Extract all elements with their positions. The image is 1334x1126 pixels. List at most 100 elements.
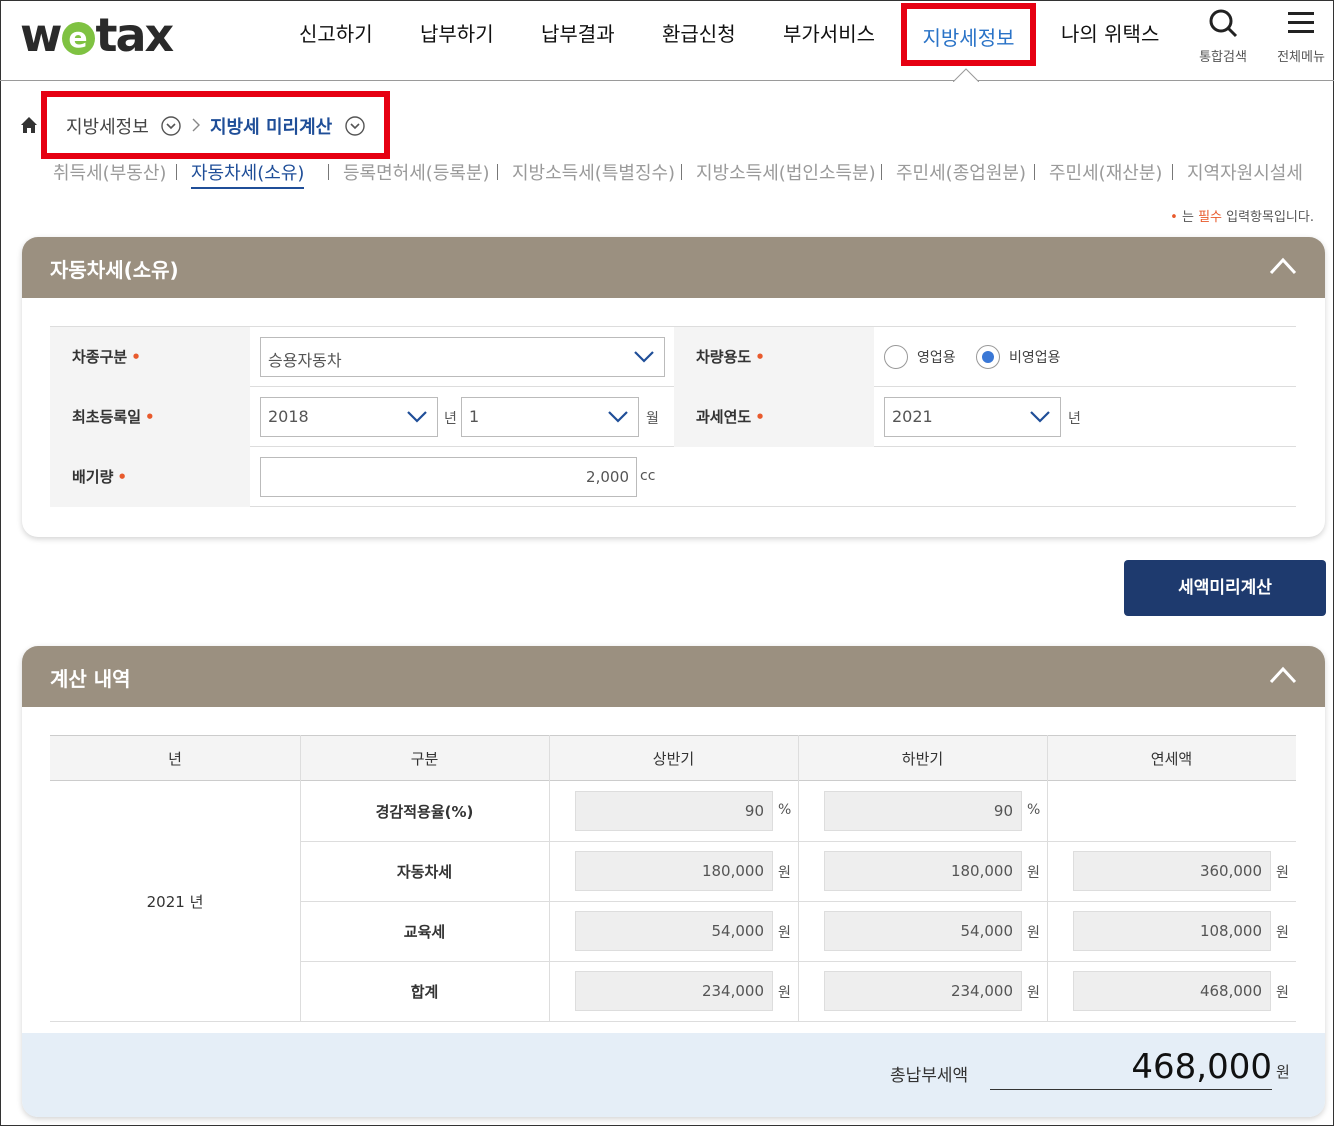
col-second-half: 하반기 <box>901 750 944 768</box>
breadcrumb-level2[interactable]: 지방세 미리계산 <box>210 113 332 139</box>
nav-local-tax-info-label: 지방세정보 <box>922 26 1015 50</box>
registration-date-header: 최초등록일 • <box>50 387 250 447</box>
row-label-reduction-rate: 경감적용율(%) <box>375 803 474 821</box>
tab-divider <box>328 164 329 180</box>
result-panel-title: 계산 내역 <box>50 667 131 691</box>
divider <box>50 1021 1296 1022</box>
nav-extra-services[interactable]: 부가서비스 <box>783 18 875 47</box>
usage-noncommercial-radio[interactable] <box>976 345 1000 369</box>
usage-header: 차량용도 • <box>674 327 874 387</box>
tab-divider <box>176 164 177 180</box>
calculation-result-panel: 계산 내역 년 구분 상반기 하반기 연세액 2021 년 경감적용율(%) 9… <box>22 646 1325 1117</box>
tax-year-header: 과세연도 • <box>674 387 874 447</box>
tab-regional-resource[interactable]: 지역자원시설세 <box>1187 159 1303 185</box>
won-unit: 원 <box>1276 865 1289 881</box>
calculate-tax-button[interactable]: 세액미리계산 <box>1124 560 1326 616</box>
chevron-up-icon[interactable] <box>1269 257 1297 275</box>
total-payment-value: 468,000 <box>990 1047 1272 1090</box>
divider <box>300 841 1296 842</box>
usage-noncommercial-label: 비영업용 <box>1009 350 1061 366</box>
percent-unit: % <box>778 802 792 818</box>
required-note: • 는 필수 입력항목입니다. <box>1170 210 1314 225</box>
tab-vehicle-tax[interactable]: 자동차세(소유) <box>191 159 305 189</box>
search-icon <box>1209 9 1238 38</box>
active-caret-icon <box>953 68 979 82</box>
displacement-input[interactable]: 2,000 <box>260 457 637 497</box>
reduction-rate-second: 90 <box>824 791 1022 831</box>
tab-acquisition-tax[interactable]: 취득세(부동산) <box>53 159 166 185</box>
chevron-right-icon <box>192 118 200 132</box>
form-panel-title: 자동차세(소유) <box>50 258 179 282</box>
tab-resident-property[interactable]: 주민세(재산분) <box>1049 159 1162 185</box>
total-first: 234,000 <box>575 971 773 1011</box>
divider <box>549 735 550 1021</box>
nav-refund[interactable]: 환급신청 <box>662 18 736 47</box>
vehicle-tax-form-panel: 자동차세(소유) 차종구분 • 승용자동차 차량용도 • 영업용 비영업용 최초등록… <box>22 237 1325 537</box>
nav-report[interactable]: 신고하기 <box>299 18 373 47</box>
chevron-down-circle-icon[interactable] <box>345 116 365 136</box>
car-type-select[interactable]: 승용자동차 <box>260 337 665 377</box>
form-row: 차종구분 • 승용자동차 차량용도 • 영업용 비영업용 <box>50 327 1296 387</box>
tax-year-unit: 년 <box>1068 411 1081 427</box>
col-year: 년 <box>168 750 182 768</box>
vehicle-tax-first: 180,000 <box>575 851 773 891</box>
usage-commercial-label: 영업용 <box>917 350 956 366</box>
all-menu-button[interactable]: 전체메뉴 <box>1274 8 1328 65</box>
home-icon[interactable] <box>20 116 38 134</box>
reduction-rate-first: 90 <box>575 791 773 831</box>
chevron-down-circle-icon[interactable] <box>161 116 181 136</box>
search-label: 통합검색 <box>1199 50 1247 65</box>
percent-unit: % <box>1027 802 1041 818</box>
breadcrumb-level1[interactable]: 지방세정보 <box>66 113 149 139</box>
vehicle-tax-second: 180,000 <box>824 851 1022 891</box>
tab-divider <box>881 164 882 180</box>
wetax-logo[interactable]: w e tax <box>20 8 174 62</box>
chevron-down-icon <box>608 411 628 423</box>
won-unit: 원 <box>1027 925 1040 941</box>
won-unit: 원 <box>778 985 791 1001</box>
total-second: 234,000 <box>824 971 1022 1011</box>
chevron-up-icon[interactable] <box>1269 666 1297 684</box>
nav-local-tax-info[interactable]: 지방세정보 <box>901 3 1036 66</box>
top-header: w e tax 신고하기 납부하기 납부결과 환급신청 부가서비스 지방세정보 나의… <box>0 0 1334 82</box>
result-table-header: 년 구분 상반기 하반기 연세액 <box>50 735 1296 781</box>
form-row: 배기량 • 2,000 cc <box>50 447 1296 507</box>
education-tax-annual: 108,000 <box>1073 911 1271 951</box>
row-label-vehicle-tax: 자동차세 <box>396 863 453 881</box>
nav-my-wetax[interactable]: 나의 위택스 <box>1061 18 1159 47</box>
row-label-total: 합계 <box>410 983 439 1001</box>
won-unit: 원 <box>1027 865 1040 881</box>
divider <box>300 901 1296 902</box>
chevron-down-icon <box>407 411 427 423</box>
total-payment-unit: 원 <box>1276 1063 1290 1081</box>
vehicle-form-table: 차종구분 • 승용자동차 차량용도 • 영업용 비영업용 최초등록일 • 2018 년… <box>50 326 1296 507</box>
won-unit: 원 <box>778 865 791 881</box>
tab-divider <box>681 164 682 180</box>
chevron-down-icon <box>634 351 654 363</box>
tab-divider <box>497 164 498 180</box>
tab-resident-employee[interactable]: 주민세(종업원분) <box>896 159 1026 185</box>
divider <box>1047 735 1048 1021</box>
education-tax-second: 54,000 <box>824 911 1022 951</box>
car-type-header: 차종구분 • <box>50 327 250 387</box>
total-annual: 468,000 <box>1073 971 1271 1011</box>
total-payment-bar: 총납부세액 468,000 원 <box>22 1033 1325 1117</box>
tab-divider <box>1034 164 1035 180</box>
education-tax-first: 54,000 <box>575 911 773 951</box>
result-panel-header[interactable]: 계산 내역 <box>22 646 1325 707</box>
search-button[interactable]: 통합검색 <box>1196 8 1250 65</box>
tax-year-select[interactable]: 2021 <box>884 397 1061 437</box>
row-label-education-tax: 교육세 <box>403 923 446 941</box>
nav-payment[interactable]: 납부하기 <box>420 18 494 47</box>
form-panel-header[interactable]: 자동차세(소유) <box>22 237 1325 298</box>
tab-local-income-corporate[interactable]: 지방소득세(법인소득분) <box>696 159 876 185</box>
col-first-half: 상반기 <box>652 750 695 768</box>
registration-year-select[interactable]: 2018 <box>260 397 438 437</box>
won-unit: 원 <box>1027 985 1040 1001</box>
registration-month-select[interactable]: 1 <box>461 397 639 437</box>
usage-commercial-radio[interactable] <box>884 345 908 369</box>
tab-registration-tax[interactable]: 등록면허세(등록분) <box>343 159 490 185</box>
vehicle-tax-annual: 360,000 <box>1073 851 1271 891</box>
nav-payment-result[interactable]: 납부결과 <box>541 18 615 47</box>
tab-local-income-withholding[interactable]: 지방소득세(특별징수) <box>512 159 675 185</box>
